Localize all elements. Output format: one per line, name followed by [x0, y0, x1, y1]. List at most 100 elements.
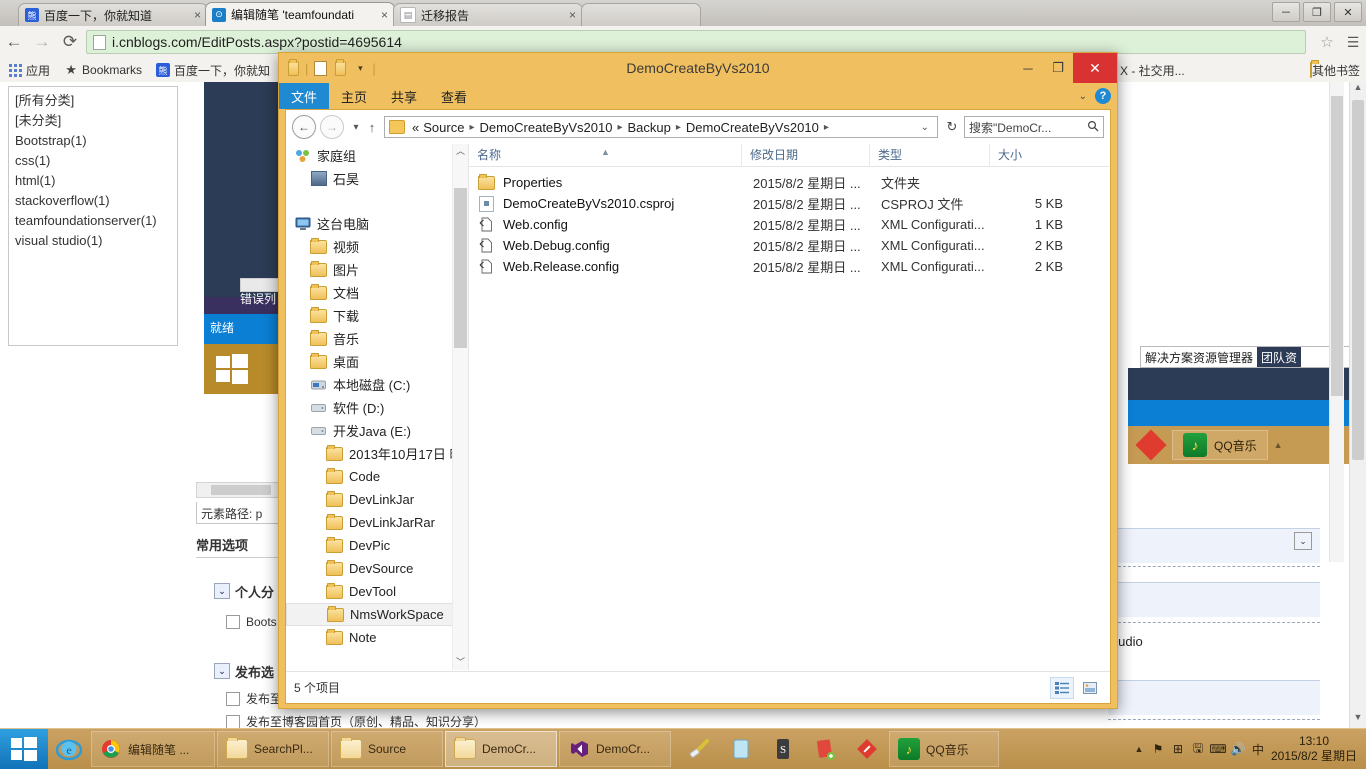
up-button[interactable]: ↑ — [364, 120, 380, 135]
taskbar-tray-sogou[interactable]: S — [762, 729, 804, 769]
other-bookmarks-button[interactable]: 其他书签 — [1309, 62, 1360, 79]
column-header-modified[interactable]: 修改日期 — [741, 144, 869, 166]
nav-item-this-pc[interactable]: 这台电脑 — [286, 212, 468, 235]
safe-removal-icon[interactable]: 🖫 — [1188, 739, 1208, 759]
checkbox-box[interactable] — [226, 615, 240, 629]
file-row[interactable]: Web.config 2015/8/2 星期日 ... XML Configur… — [469, 214, 1109, 235]
breadcrumb-segment-backup[interactable]: Backup — [625, 120, 672, 135]
nav-item-folder-2013[interactable]: 2013年10月17日 晚 工 — [286, 442, 468, 465]
category-list-panel[interactable]: [所有分类] [未分类] Bootstrap(1) css(1) html(1)… — [8, 86, 178, 346]
show-hidden-icons-button[interactable]: ▲ — [1130, 744, 1148, 754]
nav-item-folder-devpic[interactable]: DevPic — [286, 534, 468, 557]
browser-tab-3[interactable] — [581, 3, 701, 26]
browser-tab-0[interactable]: 熊 百度一下，你就知道 × — [18, 3, 208, 26]
tab-close-icon[interactable]: × — [194, 8, 201, 22]
category-item[interactable]: visual studio(1) — [15, 231, 171, 251]
browser-minimize-button[interactable]: － — [1272, 2, 1300, 22]
ime-icon[interactable]: 中 — [1248, 739, 1268, 759]
taskbar-button-searchpl[interactable]: SearchPl... — [217, 731, 329, 767]
clock[interactable]: 13:10 2015/8/2 星期日 — [1268, 734, 1360, 764]
checkbox-publish-homepage[interactable]: 发布至博客园首页（原创、精品、知识分享） — [226, 713, 486, 728]
breadcrumb-separator-icon[interactable]: ▸ — [673, 122, 684, 133]
taskbar-button-democreate-vs[interactable]: DemoCr... — [559, 731, 671, 767]
category-item[interactable]: teamfoundationserver(1) — [15, 211, 171, 231]
ribbon-tab-share[interactable]: 共享 — [379, 83, 429, 109]
scroll-down-arrow[interactable]: ﹀ — [453, 655, 468, 670]
nav-item-folder-note[interactable]: Note — [286, 626, 468, 649]
taskbar-tray-brush[interactable] — [678, 729, 720, 769]
taskbar-button-qq-music[interactable]: ♪ QQ音乐 — [889, 731, 999, 767]
nav-item-local-disk-c[interactable]: 本地磁盘 (C:) — [286, 373, 468, 396]
category-item[interactable]: Bootstrap(1) — [15, 131, 171, 151]
refresh-button[interactable]: ↻ — [942, 119, 962, 135]
maximize-button[interactable]: ❐ — [1043, 53, 1073, 83]
scroll-down-arrow[interactable]: ▼ — [1350, 712, 1366, 728]
editor-horizontal-scrollbar[interactable] — [196, 482, 286, 498]
scroll-thumb[interactable] — [1352, 100, 1364, 460]
volume-icon[interactable]: 🔊 — [1228, 739, 1248, 759]
nav-item-folder-code[interactable]: Code — [286, 465, 468, 488]
bookmark-baidu[interactable]: 熊 百度一下，你就知 — [156, 62, 270, 79]
taskbar-tray-tablet[interactable] — [720, 729, 762, 769]
inner-page-scrollbar[interactable] — [1329, 82, 1344, 562]
file-row[interactable]: Web.Debug.config 2015/8/2 星期日 ... XML Co… — [469, 235, 1109, 256]
browser-tab-2[interactable]: ▤ 迁移报告 × — [393, 3, 583, 26]
collapse-chevron-icon[interactable]: ⌄ — [1294, 532, 1312, 550]
forward-button[interactable]: → — [28, 32, 56, 52]
tab-solution-explorer[interactable]: 解决方案资源管理器 — [1141, 349, 1257, 366]
back-button[interactable]: ← — [0, 32, 28, 52]
nav-item-music[interactable]: 音乐 — [286, 327, 468, 350]
nav-item-pictures[interactable]: 图片 — [286, 258, 468, 281]
breadcrumb-segment-source[interactable]: Source — [421, 120, 466, 135]
nav-item-homegroup[interactable]: 家庭组 — [286, 144, 468, 167]
page-scrollbar[interactable]: ▲ ▼ — [1349, 82, 1366, 728]
save-icon[interactable] — [285, 58, 301, 76]
search-icon[interactable] — [1087, 120, 1099, 135]
taskbar-button-source[interactable]: Source — [331, 731, 443, 767]
explorer-title-bar[interactable]: | ▾ | DemoCreateByVs2010 － ❐ ✕ — [279, 53, 1117, 83]
minimize-button[interactable]: － — [1013, 53, 1043, 83]
breadcrumb-segment-current[interactable]: DemoCreateByVs2010 — [684, 120, 821, 135]
file-row[interactable]: Web.Release.config 2015/8/2 星期日 ... XML … — [469, 256, 1109, 277]
file-row[interactable]: DemoCreateByVs2010.csproj 2015/8/2 星期日 .… — [469, 193, 1109, 214]
nav-item-folder-devlinkjarrar[interactable]: DevLinkJarRar — [286, 511, 468, 534]
nav-item-drive-d[interactable]: 软件 (D:) — [286, 396, 468, 419]
column-header-size[interactable]: 大小 — [989, 144, 1069, 166]
breadcrumb-segment-demo[interactable]: DemoCreateByVs2010 — [477, 120, 614, 135]
close-button[interactable]: ✕ — [1073, 53, 1117, 83]
reload-button[interactable]: ⟳ — [56, 32, 84, 52]
tab-close-icon[interactable]: × — [381, 8, 388, 22]
action-center-icon[interactable]: ⚑ — [1148, 739, 1168, 759]
properties-icon[interactable] — [332, 58, 348, 76]
taskbar-button-democreate-explorer[interactable]: DemoCr... — [445, 731, 557, 767]
nav-item-folder-devtool[interactable]: DevTool — [286, 580, 468, 603]
breadcrumb[interactable]: « Source ▸ DemoCreateByVs2010 ▸ Backup ▸… — [384, 116, 938, 138]
category-item[interactable]: [所有分类] — [15, 91, 171, 111]
file-list[interactable]: 名称 ▲ 修改日期 类型 大小 Properties 2015/8/2 星期日 … — [468, 144, 1110, 670]
category-item[interactable]: html(1) — [15, 171, 171, 191]
ribbon-collapse-icon[interactable]: ⌄ — [1079, 91, 1087, 102]
bookmark-x[interactable]: X - 社交用... — [1120, 62, 1185, 79]
checkbox-bootstrap[interactable]: Boots — [226, 615, 277, 629]
nav-item-folder-devsource[interactable]: DevSource — [286, 557, 468, 580]
details-view-button[interactable] — [1050, 676, 1074, 699]
start-button[interactable] — [0, 729, 48, 769]
browser-close-button[interactable]: ✕ — [1334, 2, 1362, 22]
scroll-up-arrow[interactable]: ︿ — [453, 144, 468, 159]
breadcrumb-separator-icon[interactable]: ▸ — [821, 122, 832, 133]
checkbox-box[interactable] — [226, 691, 240, 706]
bookmark-apps[interactable]: 应用 — [8, 62, 50, 79]
taskbar-ie-button[interactable]: e — [48, 729, 90, 769]
column-header-name[interactable]: 名称 ▲ — [469, 144, 741, 166]
category-item[interactable]: stackoverflow(1) — [15, 191, 171, 211]
input-device-icon[interactable]: ⌨ — [1208, 739, 1228, 759]
customize-dropdown-icon[interactable]: ▾ — [352, 60, 368, 76]
collapse-icon[interactable]: ▲ — [1274, 440, 1283, 450]
taskbar-tray-notes[interactable] — [804, 729, 846, 769]
taskbar-tray-diamond[interactable] — [846, 729, 888, 769]
qq-music-taskbar-button[interactable]: ♪ QQ音乐 — [1172, 430, 1268, 460]
category-item[interactable]: [未分类] — [15, 111, 171, 131]
help-icon[interactable]: ? — [1095, 88, 1111, 104]
checkbox-publish-to[interactable]: 发布至 — [226, 690, 282, 707]
file-row[interactable]: Properties 2015/8/2 星期日 ... 文件夹 — [469, 172, 1109, 193]
